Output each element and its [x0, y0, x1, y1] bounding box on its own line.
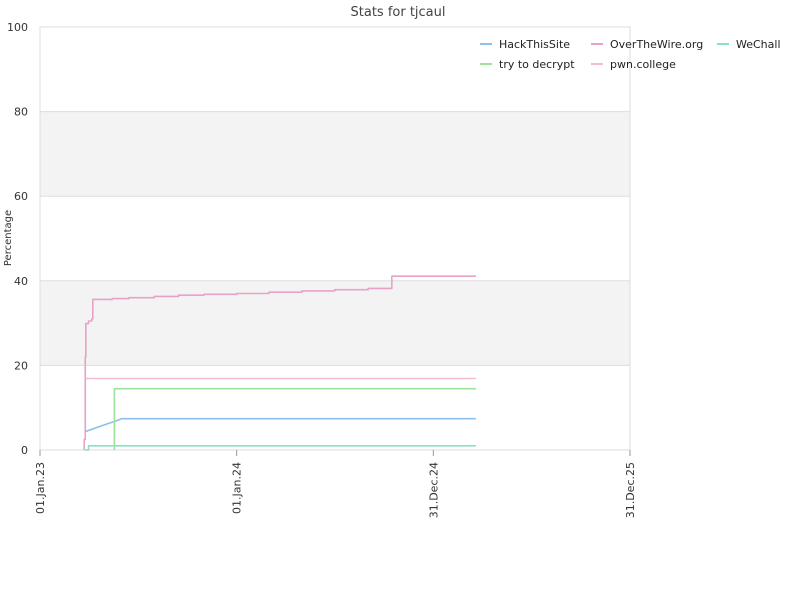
legend-label: HackThisSite [499, 38, 570, 51]
stats-chart: Stats for tjcaul 020406080100 01.Jan.23 0… [3, 5, 781, 518]
y-axis-label: Percentage [3, 210, 14, 266]
legend-item: pwn.college [591, 58, 676, 71]
x-tick-label: 31.Dec.25 [624, 462, 637, 518]
legend-item: try to decrypt [480, 58, 575, 71]
y-tick-label: 80 [14, 106, 28, 119]
legend-item: HackThisSite [480, 38, 570, 51]
series-line-hackthissite [84, 417, 476, 433]
y-tick-label: 60 [14, 190, 28, 203]
legend-label: try to decrypt [499, 58, 575, 71]
grid-lines [40, 26, 630, 451]
x-tick-label: 01.Jan.23 [34, 462, 47, 514]
legend-label: WeChall [736, 38, 781, 51]
plot-bands [40, 111, 630, 366]
y-tick-label: 40 [14, 275, 28, 288]
legend-label: OverTheWire.org [610, 38, 703, 51]
series-line-wechall [84, 444, 476, 451]
plot-area-frame [39, 26, 631, 451]
plot-band-1 [40, 111, 630, 197]
y-tick-label: 100 [7, 21, 28, 34]
x-tick-label: 31.Dec.24 [427, 462, 440, 518]
legend-item: WeChall [717, 38, 781, 51]
x-tick-label: 01.Jan.24 [231, 462, 244, 514]
x-axis-ticks: 01.Jan.23 01.Jan.24 31.Dec.24 31.Dec.25 [34, 450, 637, 518]
legend-item: OverTheWire.org [591, 38, 703, 51]
plot-band-0 [40, 280, 630, 366]
legend-label: pwn.college [610, 58, 676, 71]
y-tick-label: 0 [21, 444, 28, 457]
chart-title: Stats for tjcaul [351, 5, 446, 20]
y-tick-label: 20 [14, 359, 28, 372]
